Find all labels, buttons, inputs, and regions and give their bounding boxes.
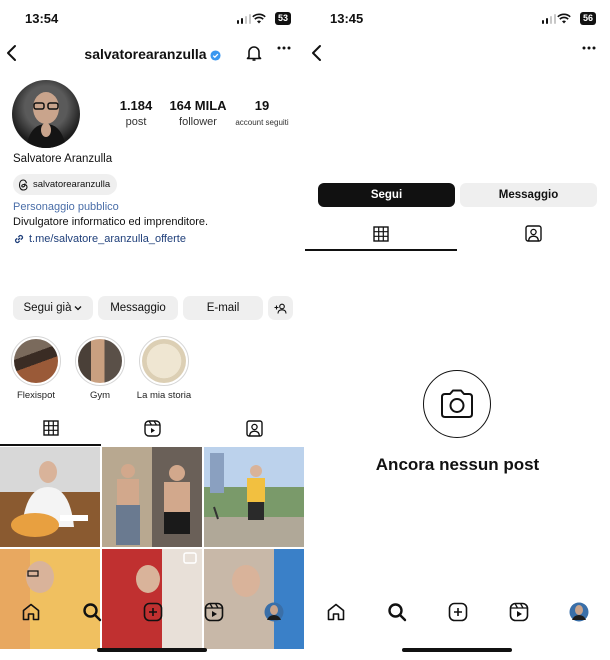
profile-avatar-small[interactable] [264,602,284,622]
highlight-cover [14,339,58,383]
profile-avatar[interactable] [12,80,80,148]
username: salvatorearanzulla [84,46,207,62]
follow-button[interactable]: Segui [318,183,455,207]
full-name: Salvatore Aranzulla [13,153,113,165]
verified-badge-icon [210,50,221,61]
reels-icon[interactable] [204,602,224,622]
signal-icon [236,14,251,24]
home-icon[interactable] [21,602,41,622]
status-bar: 13:45 56 [305,8,610,30]
profile-link[interactable]: t.me/salvatore_aranzulla_offerte [13,233,186,245]
more-icon[interactable] [277,46,291,50]
suggested-users-button[interactable] [268,296,293,320]
stat-followers[interactable]: 164 MILA follower [165,98,231,128]
post-thumbnail[interactable] [204,447,304,547]
wifi-icon [557,13,571,24]
grid-icon[interactable] [43,420,59,436]
profile-tabs [305,222,610,254]
highlight-la-mia-storia[interactable]: La mia storia [129,336,199,401]
profile-tabs [0,414,305,446]
wifi-icon [252,13,266,24]
post-thumbnail[interactable] [102,447,202,547]
highlight-cover [78,339,122,383]
threads-icon [18,178,28,191]
search-icon[interactable] [387,602,407,622]
empty-posts-message: Ancora nessun post [375,455,540,474]
create-icon[interactable] [143,602,163,622]
active-tab-indicator [305,249,457,251]
message-button[interactable]: Messaggio [98,296,178,320]
link-text: t.me/salvatore_aranzulla_offerte [29,233,186,245]
battery-indicator: 56 [579,12,596,25]
tagged-icon[interactable] [525,225,542,242]
message-button[interactable]: Messaggio [460,183,597,207]
home-icon[interactable] [326,602,346,622]
grid-icon[interactable] [373,226,389,242]
active-tab-indicator [0,444,101,446]
highlight-flexispot[interactable]: Flexispot [1,336,71,401]
highlight-gym[interactable]: Gym [65,336,135,401]
link-icon [14,234,24,244]
empty-posts-illustration [423,370,491,438]
bell-icon[interactable] [245,44,263,62]
following-dropdown-button[interactable]: Segui già [13,296,93,320]
profile-category: Personaggio pubblico [13,201,119,213]
post-thumbnail[interactable] [0,447,100,547]
chevron-down-icon [75,306,82,311]
highlight-cover [142,339,186,383]
profile-avatar-small[interactable] [569,602,589,622]
email-button[interactable]: E-mail [183,296,263,320]
chevron-left-icon[interactable] [311,44,323,62]
profile-header [305,38,610,70]
status-time: 13:45 [330,11,364,26]
stat-following[interactable]: 19 account seguiti [231,98,293,127]
signal-icon [541,14,556,24]
profile-screen-not-following: 13:45 56 Segui Messaggio Ancora nessun p… [305,0,610,660]
create-icon[interactable] [448,602,468,622]
status-time: 13:54 [25,11,59,26]
tagged-icon[interactable] [246,420,263,437]
battery-indicator: 53 [274,12,291,25]
stat-posts[interactable]: 1.184 post [112,98,160,128]
profile-header: salvatorearanzulla [0,38,305,70]
bottom-tab-bar [0,598,305,630]
threads-badge[interactable]: salvatorearanzulla [13,174,118,195]
profile-screen-following: 13:54 53 salvatorearanzulla 1.184 post 1… [0,0,305,660]
status-bar: 13:54 53 [0,8,305,30]
bottom-tab-bar [305,598,610,630]
home-indicator [402,648,512,652]
reels-icon[interactable] [144,420,161,437]
reels-icon[interactable] [509,602,529,622]
add-person-icon [274,303,287,314]
profile-bio: Divulgatore informatico ed imprenditore. [13,216,209,228]
search-icon[interactable] [82,602,102,622]
home-indicator [97,648,207,652]
more-icon[interactable] [582,46,596,50]
threads-handle: salvatorearanzulla [33,179,111,190]
camera-icon [441,389,473,418]
